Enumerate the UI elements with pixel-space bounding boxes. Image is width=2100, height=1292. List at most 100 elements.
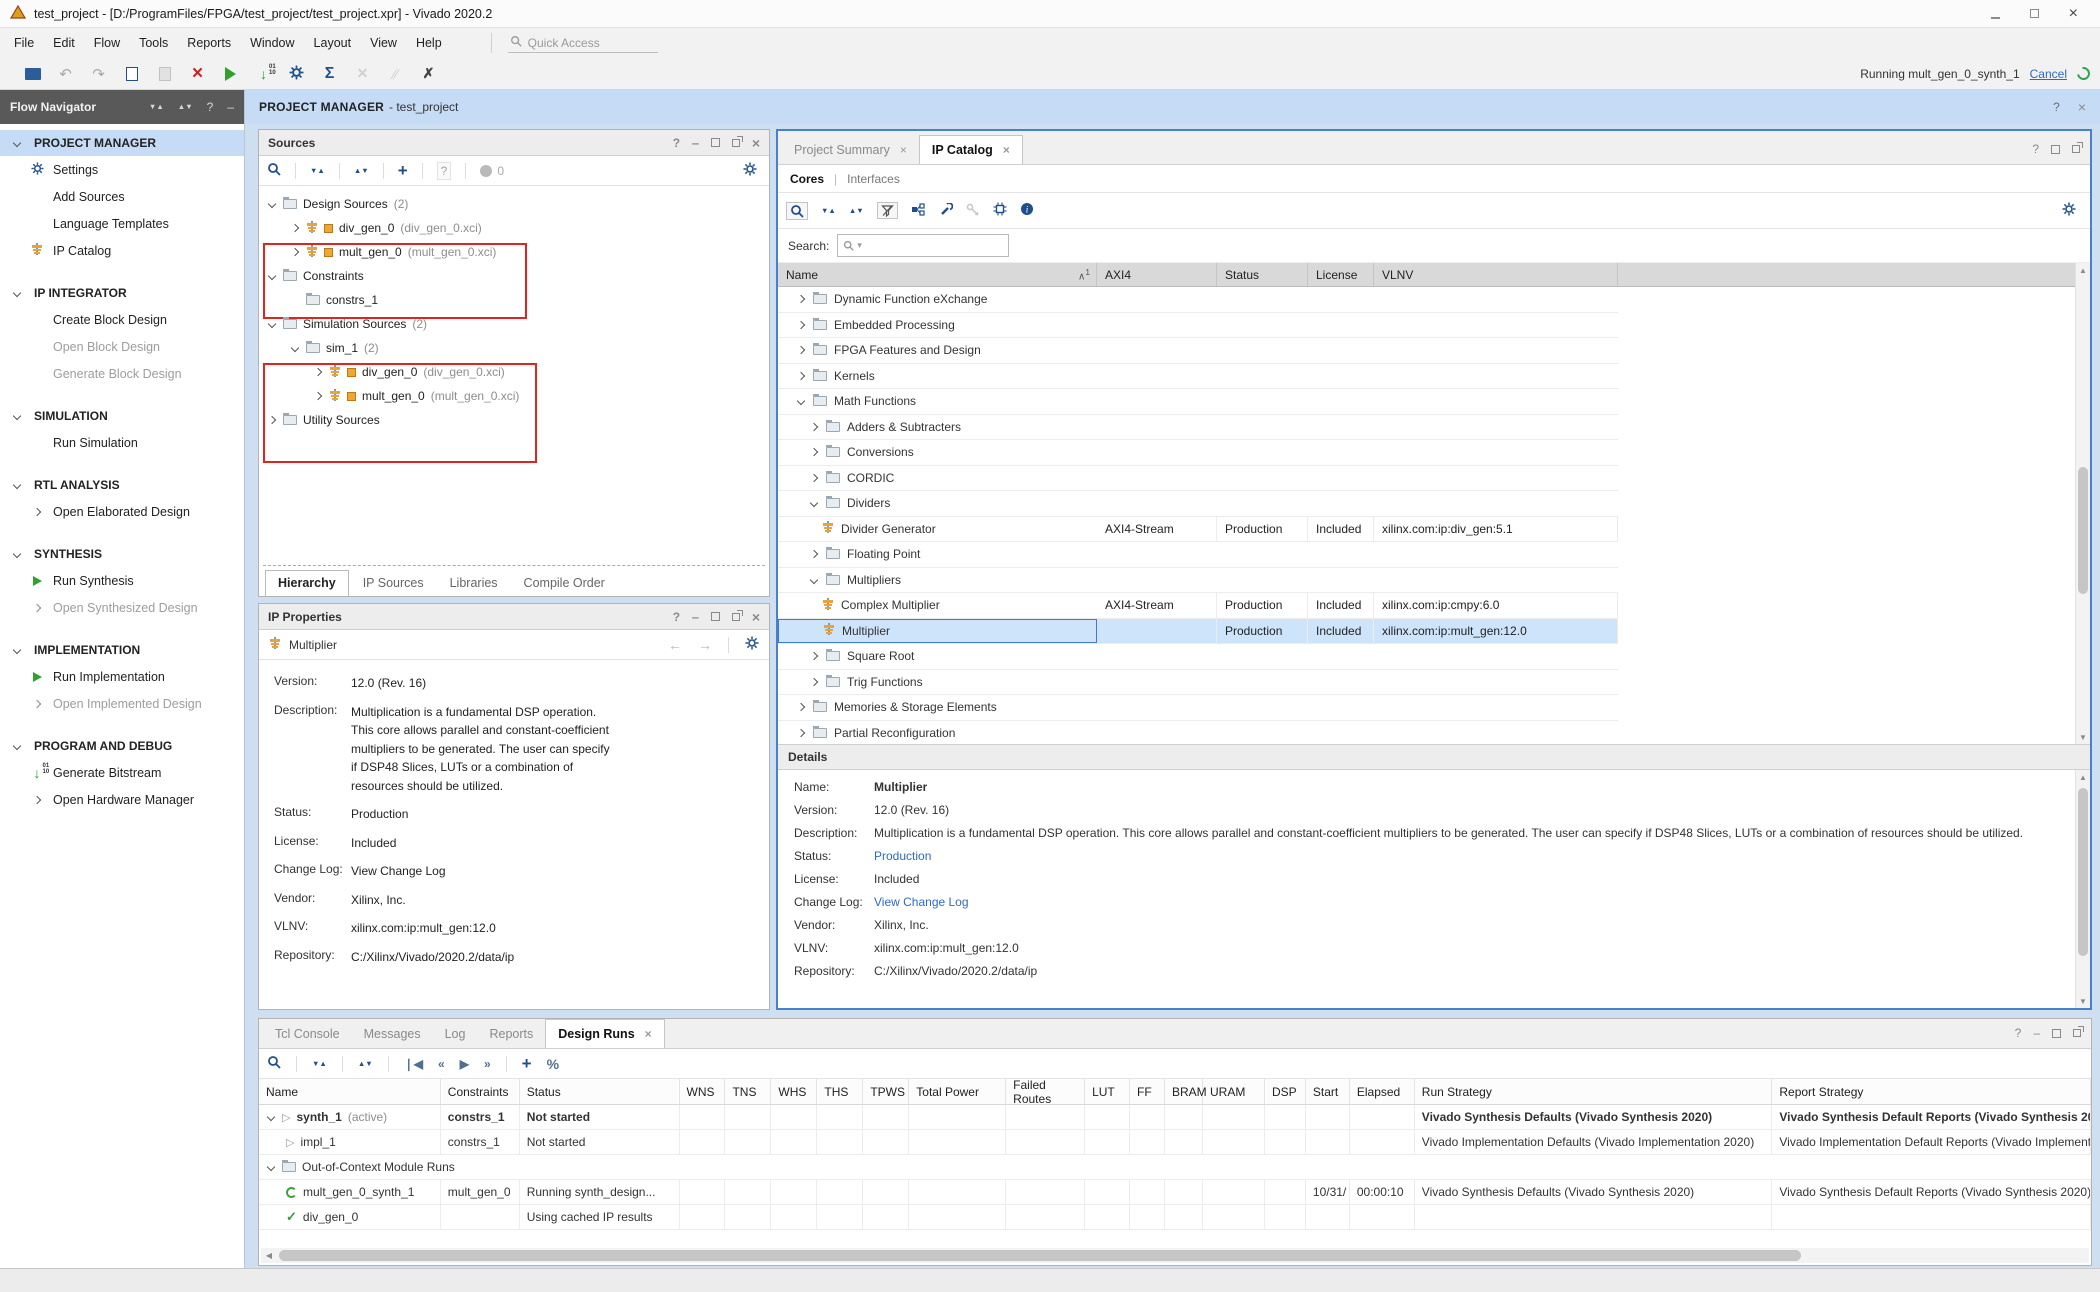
collapse-all-button[interactable]: ▼▲: [310, 168, 325, 174]
source-tree-item[interactable]: Design Sources(2): [259, 192, 769, 216]
flow-section-header[interactable]: PROGRAM AND DEBUG: [0, 733, 244, 759]
percent-button[interactable]: %: [547, 1056, 559, 1072]
maximize-panel-icon[interactable]: [711, 612, 720, 621]
catalog-row[interactable]: Dynamic Function eXchange: [778, 287, 1618, 313]
close-panel-icon[interactable]: ×: [752, 610, 760, 624]
flow-item-generate-block-design[interactable]: Generate Block Design: [0, 360, 244, 387]
column-header-wns[interactable]: WNS: [680, 1079, 726, 1104]
help-icon[interactable]: ?: [2032, 142, 2039, 156]
design-run-row[interactable]: ✓div_gen_0Using cached IP results: [259, 1205, 2091, 1230]
column-header-status[interactable]: Status: [520, 1079, 680, 1104]
chevron-down-icon[interactable]: [810, 499, 818, 507]
catalog-row[interactable]: Divider GeneratorAXI4-StreamProductionIn…: [778, 517, 1618, 543]
chevron-right-icon[interactable]: [291, 224, 299, 232]
catalog-row[interactable]: Floating Point: [778, 542, 1618, 568]
chevron-right-icon[interactable]: [810, 474, 818, 482]
help-icon[interactable]: ?: [2053, 100, 2060, 114]
expand-all-button[interactable]: ▲▼: [354, 168, 369, 174]
tab-project-summary[interactable]: Project Summary×: [782, 136, 919, 164]
minimize-panel-icon[interactable]: ‒: [692, 610, 699, 624]
chevron-right-icon[interactable]: [810, 448, 818, 456]
chevron-right-icon[interactable]: [797, 295, 805, 303]
column-header-dsp[interactable]: DSP: [1265, 1079, 1306, 1104]
column-header-lut[interactable]: LUT: [1085, 1079, 1130, 1104]
menu-edit[interactable]: Edit: [53, 36, 75, 50]
properties-settings-button[interactable]: [745, 636, 759, 653]
step-forward-button[interactable]: »: [484, 1057, 491, 1071]
design-run-row[interactable]: ▷impl_1constrs_1Not startedVivado Implem…: [259, 1130, 2091, 1155]
chevron-right-icon[interactable]: [810, 678, 818, 686]
chevron-right-icon[interactable]: [33, 795, 41, 803]
menu-layout[interactable]: Layout: [314, 36, 352, 50]
save-button[interactable]: [115, 61, 148, 87]
subtab-cores[interactable]: Cores: [790, 172, 824, 186]
license-key-button[interactable]: [966, 203, 980, 219]
filter-button[interactable]: [877, 202, 898, 219]
chevron-right-icon[interactable]: [268, 416, 276, 424]
flow-item-language-templates[interactable]: Language Templates: [0, 210, 244, 237]
quick-access-input[interactable]: Quick Access: [508, 33, 658, 53]
flow-section-header[interactable]: IP INTEGRATOR: [0, 280, 244, 306]
flow-item-settings[interactable]: Settings: [0, 156, 244, 183]
tab-log[interactable]: Log: [433, 1020, 478, 1048]
menu-reports[interactable]: Reports: [187, 36, 231, 50]
minimize-panel-icon[interactable]: ‒: [2033, 1026, 2040, 1040]
source-tree-item[interactable]: constrs_1: [259, 288, 769, 312]
paste-button[interactable]: [148, 61, 181, 87]
close-panel-icon[interactable]: ×: [752, 136, 760, 150]
design-run-row[interactable]: ▷synth_1 (active)constrs_1Not startedViv…: [259, 1105, 2091, 1130]
chevron-down-icon[interactable]: [810, 576, 818, 584]
flow-section-header[interactable]: SIMULATION: [0, 403, 244, 429]
float-panel-icon[interactable]: [2072, 145, 2080, 153]
tab-hierarchy[interactable]: Hierarchy: [265, 570, 349, 596]
tab-reports[interactable]: Reports: [477, 1020, 545, 1048]
customize-ip-button[interactable]: [939, 203, 953, 219]
marker-button[interactable]: ⁄⁄: [379, 61, 412, 87]
window-close-button[interactable]: ×: [2069, 5, 2078, 23]
expand-all-button[interactable]: ▲▼: [849, 208, 864, 214]
close-icon[interactable]: ×: [2078, 100, 2086, 114]
menu-flow[interactable]: Flow: [94, 36, 120, 50]
chevron-right-icon[interactable]: [810, 550, 818, 558]
generate-bitstream-button[interactable]: ↓0110: [247, 61, 280, 87]
source-tree-item[interactable]: div_gen_0(div_gen_0.xci): [259, 216, 769, 240]
catalog-row[interactable]: Complex MultiplierAXI4-StreamProductionI…: [778, 593, 1618, 619]
menu-help[interactable]: Help: [416, 36, 442, 50]
chevron-right-icon[interactable]: [33, 603, 41, 611]
design-run-row[interactable]: Out-of-Context Module Runs: [259, 1155, 2091, 1180]
chevron-right-icon[interactable]: [797, 729, 805, 737]
catalog-row[interactable]: Conversions: [778, 440, 1618, 466]
column-header-ths[interactable]: THS: [817, 1079, 863, 1104]
info-button[interactable]: i: [1020, 202, 1034, 219]
window-minimize-button[interactable]: [1991, 6, 2000, 21]
menu-view[interactable]: View: [370, 36, 397, 50]
help-source-button[interactable]: ?: [437, 162, 452, 180]
column-header-tns[interactable]: TNS: [725, 1079, 771, 1104]
chevron-down-icon[interactable]: [268, 320, 276, 328]
chevron-right-icon[interactable]: [33, 699, 41, 707]
collapse-all-button[interactable]: ▼▲: [821, 208, 836, 214]
help-icon[interactable]: ?: [2015, 1026, 2022, 1040]
source-tree-item[interactable]: sim_1(2): [259, 336, 769, 360]
flow-item-open-elaborated-design[interactable]: Open Elaborated Design: [0, 498, 244, 525]
run-button[interactable]: [214, 61, 247, 87]
column-header-bram[interactable]: BRAM: [1165, 1079, 1203, 1104]
flow-item-open-implemented-design[interactable]: Open Implemented Design: [0, 690, 244, 717]
catalog-row[interactable]: Memories & Storage Elements: [778, 695, 1618, 721]
field-value[interactable]: View Change Log: [351, 862, 446, 881]
float-panel-icon[interactable]: [2073, 1029, 2081, 1037]
column-header-license[interactable]: License: [1308, 263, 1374, 286]
flow-item-open-block-design[interactable]: Open Block Design: [0, 333, 244, 360]
catalog-row[interactable]: MultiplierProductionIncludedxilinx.com:i…: [778, 619, 1618, 645]
details-vertical-scrollbar[interactable]: ▲ ▼: [2075, 770, 2090, 1008]
add-sources-button[interactable]: +: [398, 162, 408, 179]
column-header-status[interactable]: Status: [1217, 263, 1308, 286]
chevron-right-icon[interactable]: [810, 652, 818, 660]
column-header-start[interactable]: Start: [1306, 1079, 1350, 1104]
chevron-down-icon[interactable]: [13, 412, 21, 420]
back-arrow-icon[interactable]: ←: [668, 637, 682, 653]
source-tree-item[interactable]: Constraints: [259, 264, 769, 288]
chevron-down-icon[interactable]: [267, 1163, 275, 1171]
chevron-right-icon[interactable]: [797, 372, 805, 380]
stop-run-button[interactable]: ×: [181, 61, 214, 87]
